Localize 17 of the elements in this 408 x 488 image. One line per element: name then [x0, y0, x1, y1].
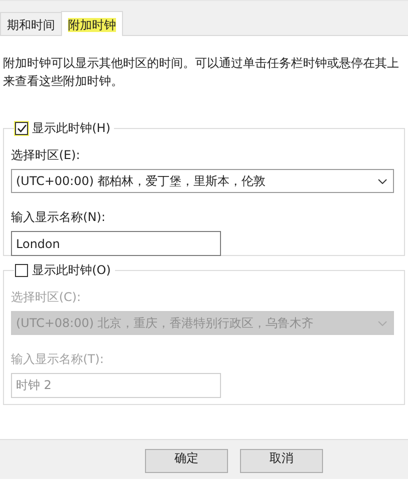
checkbox-label[interactable]: 显示此时钟(O): [32, 262, 111, 279]
tab[interactable]: 附加时钟: [61, 11, 123, 36]
dialog-button[interactable]: 取消: [240, 449, 323, 473]
checkbox-label[interactable]: 显示此时钟(H): [32, 120, 110, 137]
field-label: 输入显示名称(N):: [11, 209, 106, 226]
checkbox[interactable]: [15, 122, 28, 135]
field-label: 选择时区(E):: [11, 147, 81, 164]
caret-icon: [378, 178, 387, 184]
timezone-dropdown[interactable]: (UTC+00:00) 都柏林，爱丁堡，里斯本，伦敦: [11, 169, 394, 193]
caret-icon: [378, 320, 387, 326]
tab[interactable]: 期和时间: [0, 12, 62, 35]
checkbox[interactable]: [15, 264, 28, 277]
field-label: 选择时区(C):: [11, 289, 82, 306]
dialog-button[interactable]: 确定: [145, 449, 228, 473]
field-label: 输入显示名称(T):: [11, 351, 105, 368]
name-field[interactable]: London: [11, 231, 221, 256]
description-text: 附加时钟可以显示其他时区的时间。可以通过单击任务栏时钟或悬停在其上来查看这些附加时钟。: [3, 55, 400, 90]
